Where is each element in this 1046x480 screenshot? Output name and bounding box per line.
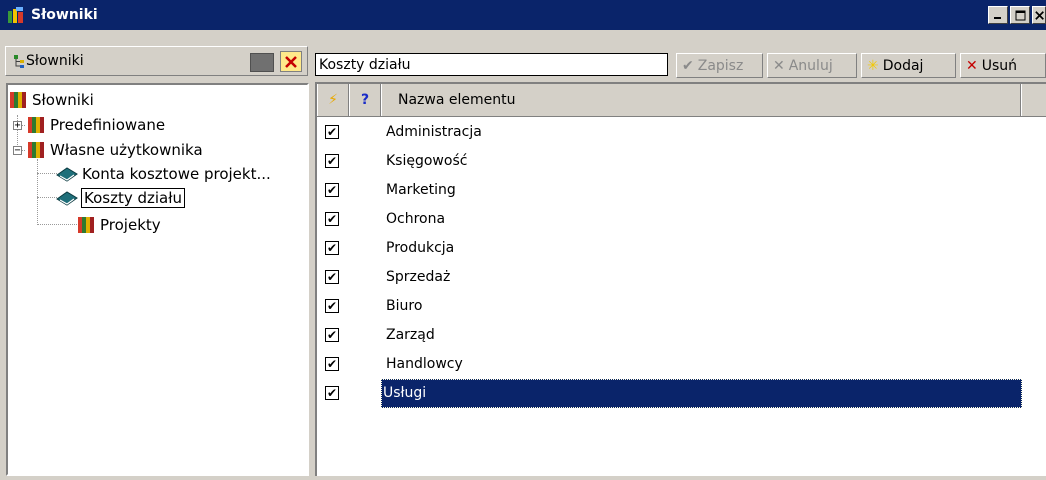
sun-icon: ✳ — [867, 57, 879, 74]
bookshelf-icon — [10, 92, 27, 108]
row-label: Handlowcy — [386, 356, 463, 372]
table-row[interactable]: ✔ Produkcja — [317, 234, 1046, 263]
row-checkbox[interactable]: ✔ — [325, 241, 339, 255]
tree-node-projekty[interactable]: Projekty — [78, 214, 161, 236]
table-row[interactable]: ✔ Księgowość — [317, 147, 1046, 176]
row-label: Marketing — [386, 182, 456, 198]
left-panel-title: Słowniki — [26, 53, 84, 69]
tree-node-label: Własne użytkownika — [50, 141, 203, 159]
row-label: Usługi — [381, 379, 1022, 408]
bookshelf-icon — [28, 117, 45, 133]
name-column-header[interactable]: Nazwa elementu — [381, 84, 1021, 116]
save-button[interactable]: ✔ Zapisz — [676, 53, 763, 78]
tree-view-icon — [14, 55, 24, 68]
active-column-header[interactable]: ⚡ — [317, 84, 349, 116]
row-checkbox[interactable]: ✔ — [325, 212, 339, 226]
x-icon: ✕ — [773, 57, 785, 74]
books-app-icon — [7, 6, 25, 24]
book-icon — [56, 166, 78, 182]
check-icon: ✔ — [682, 57, 694, 74]
window-titlebar[interactable]: Słowniki — [0, 0, 1046, 30]
row-label: Administracja — [386, 124, 482, 140]
tree-node-label: Predefiniowane — [50, 116, 166, 134]
row-checkbox[interactable]: ✔ — [325, 299, 339, 313]
row-checkbox[interactable]: ✔ — [325, 154, 339, 168]
table-row[interactable]: ✔ Handlowcy — [317, 350, 1046, 379]
tree-node-root[interactable]: Słowniki — [10, 89, 94, 111]
row-label: Produkcja — [386, 240, 455, 256]
row-checkbox[interactable]: ✔ — [325, 357, 339, 371]
tree-node-label: Konta kosztowe projekt... — [82, 165, 271, 183]
row-checkbox[interactable]: ✔ — [325, 270, 339, 284]
help-column-header[interactable]: ? — [349, 84, 381, 116]
minimize-icon — [994, 17, 1001, 19]
row-checkbox[interactable]: ✔ — [325, 125, 339, 139]
table-row[interactable]: ✔ Zarząd — [317, 321, 1046, 350]
left-panel-header: Słowniki — [5, 46, 308, 76]
folder-button[interactable] — [250, 53, 274, 72]
row-label: Sprzedaż — [386, 269, 451, 285]
table-row[interactable]: ✔ Biuro — [317, 292, 1046, 321]
maximize-icon — [1015, 10, 1025, 20]
close-icon — [1035, 10, 1044, 20]
delete-button[interactable]: ✕ Usuń — [960, 53, 1046, 78]
grid-header: ⚡ ? Nazwa elementu — [317, 84, 1046, 117]
collapse-toggle[interactable]: − — [13, 146, 22, 156]
book-icon — [56, 190, 78, 206]
maximize-button[interactable] — [1010, 6, 1030, 24]
tree-node-label: Projekty — [100, 216, 161, 234]
tree-node-label: Słowniki — [32, 91, 94, 109]
row-checkbox[interactable]: ✔ — [325, 386, 339, 400]
row-checkbox[interactable]: ✔ — [325, 328, 339, 342]
table-row[interactable]: ✔ Sprzedaż — [317, 263, 1046, 292]
row-label: Zarząd — [386, 327, 435, 343]
x-icon — [285, 55, 297, 68]
tree-node-label: Koszty działu — [80, 188, 186, 208]
table-row[interactable]: ✔ Ochrona — [317, 205, 1046, 234]
dictionary-name-input[interactable] — [315, 53, 668, 76]
cancel-button[interactable]: ✕ Anuluj — [767, 53, 857, 78]
bookshelf-icon — [28, 142, 45, 158]
elements-grid[interactable]: ⚡ ? Nazwa elementu ✔ Administracja ✔ Księgo… — [315, 82, 1046, 476]
x-icon: ✕ — [966, 57, 978, 74]
table-row[interactable]: ✔ Administracja — [317, 118, 1046, 147]
table-row[interactable]: ✔ Marketing — [317, 176, 1046, 205]
table-row[interactable]: ✔ Usługi — [317, 379, 1046, 408]
dictionary-tree[interactable]: Słowniki + Predefiniowane − Własne użytk… — [6, 83, 309, 476]
tree-node-koszty[interactable]: Koszty działu — [56, 187, 186, 209]
add-button[interactable]: ✳ Dodaj — [861, 53, 956, 78]
close-window-button[interactable] — [1032, 6, 1046, 24]
window-title: Słowniki — [31, 7, 98, 23]
lightning-icon: ⚡ — [328, 92, 338, 108]
row-label: Biuro — [386, 298, 423, 314]
bookshelf-icon — [78, 217, 95, 233]
question-icon: ? — [360, 92, 370, 108]
row-label: Ochrona — [386, 211, 446, 227]
tree-node-predefiniowane[interactable]: Predefiniowane — [28, 114, 165, 136]
tree-node-wlasne[interactable]: Własne użytkownika — [28, 139, 203, 161]
row-label: Księgowość — [386, 153, 468, 169]
minimize-button[interactable] — [988, 6, 1008, 24]
expand-toggle[interactable]: + — [13, 121, 22, 131]
tree-node-konta[interactable]: Konta kosztowe projekt... — [56, 163, 271, 185]
close-panel-button[interactable] — [280, 51, 302, 72]
row-checkbox[interactable]: ✔ — [325, 183, 339, 197]
